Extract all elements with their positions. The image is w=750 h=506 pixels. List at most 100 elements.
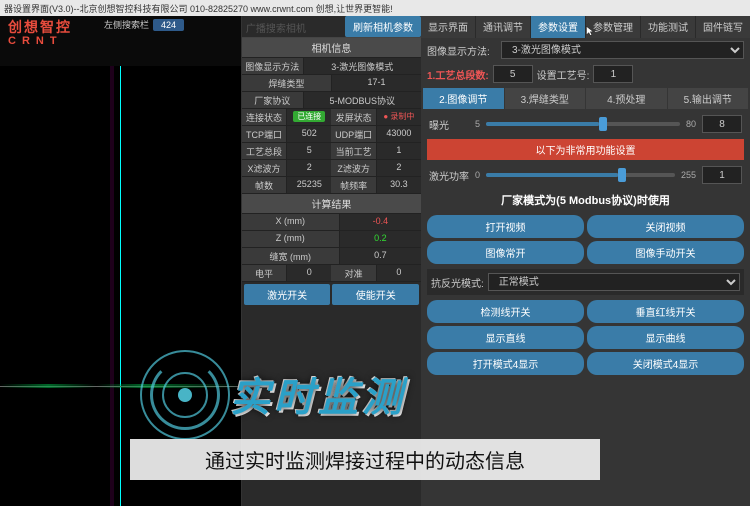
camera-info-panel: 广播搜索相机 刷新相机参数 相机信息 图像显示方法3-激光图像模式焊缝类型17-… bbox=[242, 16, 421, 506]
tab-1[interactable]: 通讯调节 bbox=[476, 16, 530, 38]
info-value: 5-MODBUS协议 bbox=[304, 92, 421, 108]
info-label: 当前工艺号 bbox=[331, 143, 376, 159]
info-row: 图像显示方法3-激光图像模式 bbox=[242, 58, 421, 75]
cursor-icon bbox=[585, 25, 597, 37]
window-titlebar: 器设置界面(V3.0)--北京创想智控科技有限公司 010-82825270 w… bbox=[0, 0, 750, 16]
exposure-slider[interactable] bbox=[486, 122, 680, 126]
enable-toggle-button[interactable]: 使能开关 bbox=[332, 284, 419, 305]
video-button-2[interactable]: 图像常开 bbox=[427, 241, 584, 264]
calc-result-heading: 计算结果 bbox=[242, 194, 421, 214]
exposure-value-input[interactable] bbox=[702, 115, 742, 133]
video-button-0[interactable]: 打开视频 bbox=[427, 215, 584, 238]
display-button-4[interactable]: 打开模式4显示 bbox=[427, 352, 584, 375]
exposure-min: 5 bbox=[475, 119, 480, 129]
info-label: 缝宽 (mm) bbox=[242, 248, 340, 264]
info-label: 帧数 bbox=[242, 177, 287, 193]
info-value: 25235 bbox=[287, 177, 331, 193]
refresh-camera-button[interactable]: 刷新相机参数 bbox=[345, 16, 421, 37]
video-button-3[interactable]: 图像手动开关 bbox=[587, 241, 744, 264]
laser-power-max: 255 bbox=[681, 170, 696, 180]
display-button-3[interactable]: 显示曲线 bbox=[587, 326, 744, 349]
anti-reflect-label: 抗反光模式: bbox=[431, 275, 484, 290]
search-count-badge: 424 bbox=[153, 19, 184, 31]
laser-power-label: 激光功率 bbox=[429, 168, 469, 183]
info-label: Z滤波方式 bbox=[331, 160, 376, 176]
laser-power-value-input[interactable] bbox=[702, 166, 742, 184]
result-row: 电平0对准0 bbox=[242, 265, 421, 282]
segment-count-label: 1.工艺总段数: bbox=[427, 67, 489, 82]
anti-reflect-select[interactable]: 正常模式 bbox=[488, 273, 740, 291]
info-row: 厂家协议5-MODBUS协议 bbox=[242, 92, 421, 109]
result-row: Z (mm)0.2 bbox=[242, 231, 421, 248]
info-value: -0.4 bbox=[340, 214, 421, 230]
info-label: 帧频率 bbox=[331, 177, 376, 193]
info-value: ● 录制中 bbox=[377, 109, 421, 125]
segment-count-input[interactable] bbox=[493, 65, 533, 83]
subtab-3[interactable]: 5.输出调节 bbox=[668, 88, 749, 109]
exposure-slider-row: 曝光 5 80 bbox=[421, 111, 750, 137]
info-value: 17-1 bbox=[332, 75, 421, 91]
subtab-2[interactable]: 4.预处理 bbox=[586, 88, 667, 109]
info-row: 帧数25235帧频率30.3 bbox=[242, 177, 421, 194]
tab-4[interactable]: 功能测试 bbox=[641, 16, 695, 38]
laser-visualization bbox=[0, 66, 241, 506]
info-value: 502 bbox=[287, 126, 331, 142]
info-label: UDP端口 bbox=[331, 126, 376, 142]
camera-info-heading: 相机信息 bbox=[242, 38, 421, 58]
info-value: 已连接 bbox=[287, 109, 331, 125]
info-value: 2 bbox=[287, 160, 331, 176]
result-row: X (mm)-0.4 bbox=[242, 214, 421, 231]
info-value: 0.7 bbox=[340, 248, 421, 264]
info-label: 工艺总段数 bbox=[242, 143, 287, 159]
video-button-1[interactable]: 关闭视频 bbox=[587, 215, 744, 238]
info-value: 0 bbox=[377, 265, 421, 281]
info-label: 焊缝类型 bbox=[242, 75, 332, 91]
info-value: 1 bbox=[377, 143, 421, 159]
tab-0[interactable]: 显示界面 bbox=[421, 16, 475, 38]
info-value: 2 bbox=[377, 160, 421, 176]
info-label: 对准 bbox=[331, 265, 376, 281]
info-value: 30.3 bbox=[377, 177, 421, 193]
uncommon-settings-banner: 以下为非常用功能设置 bbox=[427, 139, 744, 160]
laser-toggle-button[interactable]: 激光开关 bbox=[244, 284, 331, 305]
broadcast-label: 广播搜索相机 bbox=[242, 16, 345, 37]
info-label: 发屏状态 bbox=[331, 109, 376, 125]
image-method-label: 图像显示方法: bbox=[427, 43, 497, 58]
set-segment-label: 设置工艺号: bbox=[537, 67, 590, 82]
info-label: X (mm) bbox=[242, 214, 340, 230]
info-label: 电平 bbox=[242, 265, 287, 281]
laser-power-slider-row: 激光功率 0 255 bbox=[421, 162, 750, 188]
subtab-1[interactable]: 3.焊缝类型 bbox=[505, 88, 586, 109]
info-row: X滤波方式2Z滤波方式2 bbox=[242, 160, 421, 177]
left-visualization-panel: 左侧搜索栏 424 创想智控 CRNT bbox=[0, 16, 242, 506]
exposure-label: 曝光 bbox=[429, 117, 469, 132]
display-button-0[interactable]: 检测线开关 bbox=[427, 300, 584, 323]
result-row: 缝宽 (mm)0.7 bbox=[242, 248, 421, 265]
info-value: 0 bbox=[287, 265, 331, 281]
info-label: TCP端口 bbox=[242, 126, 287, 142]
set-segment-input[interactable] bbox=[593, 65, 633, 83]
factory-mode-info: 厂家模式为(5 Modbus协议)时使用 bbox=[421, 188, 750, 212]
info-value: 0.2 bbox=[340, 231, 421, 247]
image-method-select[interactable]: 3-激光图像模式 bbox=[501, 41, 744, 59]
display-button-5[interactable]: 关闭模式4显示 bbox=[587, 352, 744, 375]
info-row: 工艺总段数5当前工艺号1 bbox=[242, 143, 421, 160]
tab-5[interactable]: 固件链写 bbox=[696, 16, 750, 38]
display-button-1[interactable]: 垂直红线开关 bbox=[587, 300, 744, 323]
laser-power-min: 0 bbox=[475, 170, 480, 180]
info-value: 3-激光图像模式 bbox=[304, 58, 421, 74]
display-button-2[interactable]: 显示直线 bbox=[427, 326, 584, 349]
settings-panel: 显示界面通讯调节参数设置参数管理功能测试固件链写 图像显示方法: 3-激光图像模… bbox=[421, 16, 750, 506]
info-value: 43000 bbox=[377, 126, 421, 142]
sub-tabs: 2.图像调节3.焊缝类型4.预处理5.输出调节 bbox=[421, 86, 750, 111]
info-label: 厂家协议 bbox=[242, 92, 304, 108]
subtab-0[interactable]: 2.图像调节 bbox=[423, 88, 504, 109]
info-label: 连接状态 bbox=[242, 109, 287, 125]
info-value: 5 bbox=[287, 143, 331, 159]
info-label: 图像显示方法 bbox=[242, 58, 304, 74]
info-label: Z (mm) bbox=[242, 231, 340, 247]
search-label: 左侧搜索栏 bbox=[104, 18, 149, 31]
laser-power-slider[interactable] bbox=[486, 173, 675, 177]
info-label: X滤波方式 bbox=[242, 160, 287, 176]
tab-2[interactable]: 参数设置 bbox=[531, 16, 585, 38]
